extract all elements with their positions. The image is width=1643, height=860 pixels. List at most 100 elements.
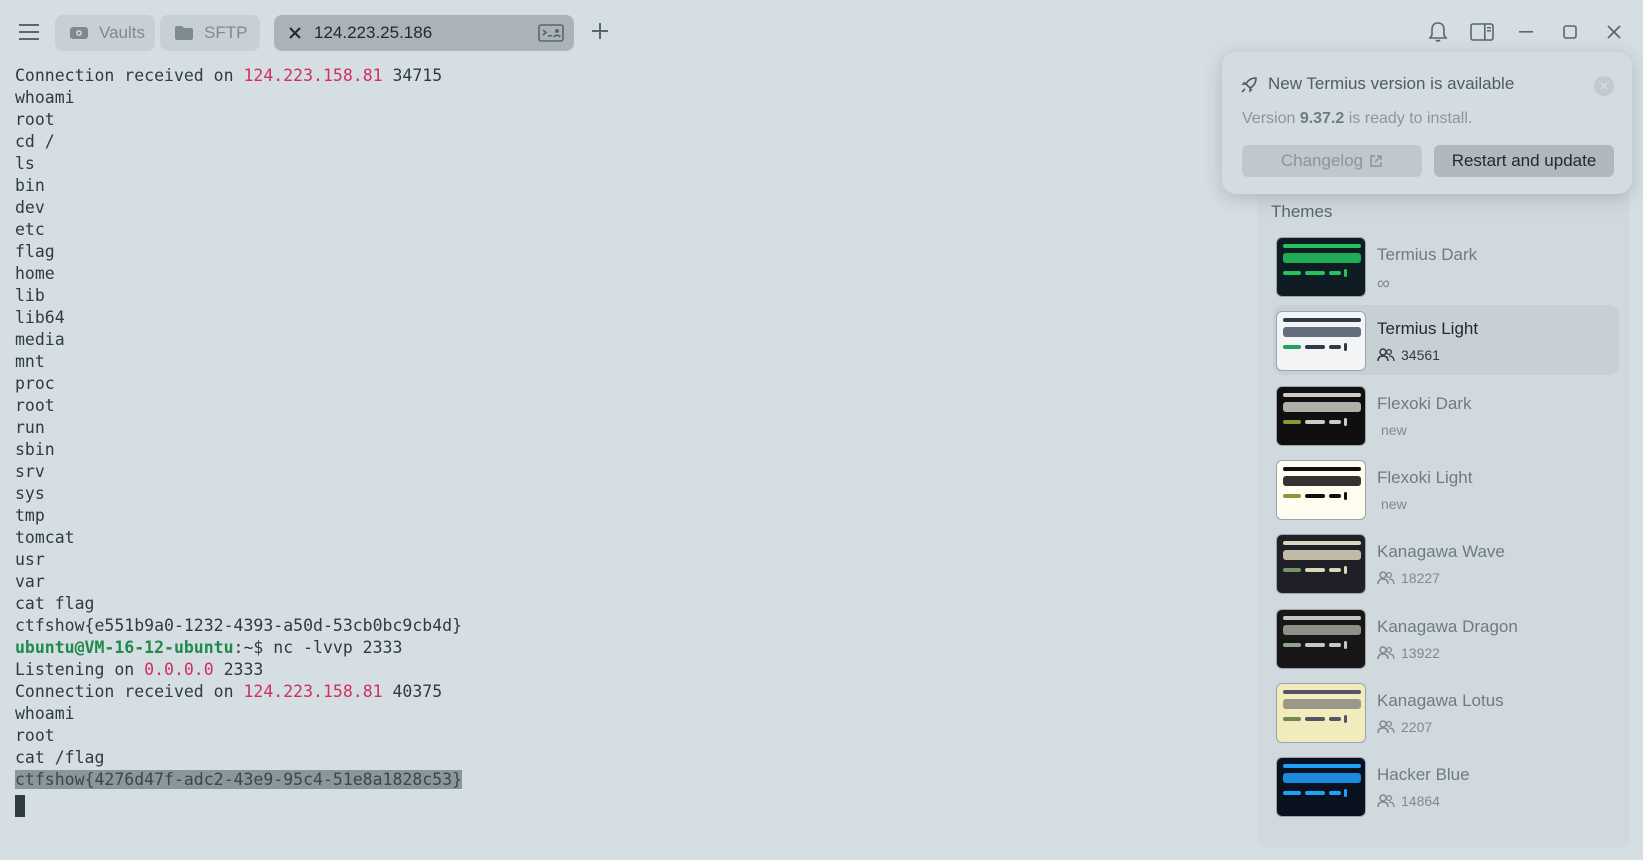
theme-item[interactable]: Flexoki Dark new xyxy=(1273,380,1619,450)
theme-meta-text: 13922 xyxy=(1401,644,1440,661)
terminal-text: tomcat xyxy=(15,528,75,547)
terminal-text: cat /flag xyxy=(15,748,105,767)
menu-icon[interactable] xyxy=(16,20,44,44)
terminal-line: mnt xyxy=(15,350,45,373)
theme-name: Hacker Blue xyxy=(1377,765,1470,785)
terminal-line: Connection received on 124.223.158.81 40… xyxy=(15,680,442,703)
terminal-text: 40375 xyxy=(382,682,443,701)
terminal-output[interactable]: Connection received on 124.223.158.81 34… xyxy=(15,64,1245,854)
close-notification-icon[interactable] xyxy=(1594,76,1614,96)
theme-meta: 18227 xyxy=(1377,570,1440,586)
terminal-line: proc xyxy=(15,372,55,395)
users-icon xyxy=(1377,645,1395,660)
terminal-line: ctfshow{e551b9a0-1232-4393-a50d-53cb0bc9… xyxy=(15,614,462,637)
terminal-text: dev xyxy=(15,198,45,217)
maximize-icon[interactable] xyxy=(1556,20,1584,44)
bell-icon[interactable] xyxy=(1424,20,1452,44)
terminal-text: sbin xyxy=(15,440,55,459)
update-text-post: is ready to install. xyxy=(1344,110,1473,127)
changelog-button[interactable]: Changelog xyxy=(1242,145,1422,177)
update-text-pre: Version xyxy=(1242,110,1300,127)
terminal-line: root xyxy=(15,108,55,131)
external-link-icon xyxy=(1369,154,1383,168)
terminal-text: cd / xyxy=(15,132,55,151)
terminal-text: media xyxy=(15,330,65,349)
tab-sftp[interactable]: SFTP xyxy=(160,15,260,51)
close-window-icon[interactable] xyxy=(1600,20,1628,44)
terminal-line: whoami xyxy=(15,86,75,109)
minimize-icon[interactable] xyxy=(1512,20,1540,44)
theme-meta: 2207 xyxy=(1377,719,1432,735)
theme-meta: new xyxy=(1377,496,1407,512)
terminal-line: Connection received on 124.223.158.81 34… xyxy=(15,64,442,87)
terminal-text: lib xyxy=(15,286,45,305)
terminal-line: lib xyxy=(15,284,45,307)
theme-item[interactable]: Flexoki Light new xyxy=(1273,454,1619,524)
tab-host[interactable]: 124.223.25.186 xyxy=(274,15,574,51)
update-notification: New Termius version is available Version… xyxy=(1222,52,1632,194)
terminal-text: var xyxy=(15,572,45,591)
termius-window: Vaults SFTP 124.223.25.186 Connection re… xyxy=(0,0,1643,860)
ip-address: 0.0.0.0 xyxy=(144,660,214,679)
terminal-line: sys xyxy=(15,482,45,505)
tab-vaults[interactable]: Vaults xyxy=(55,15,155,51)
vault-icon xyxy=(69,23,89,43)
terminal-line: cat /flag xyxy=(15,746,104,769)
theme-preview xyxy=(1276,459,1366,520)
terminal-text: flag xyxy=(15,242,55,261)
theme-meta-text: new xyxy=(1381,495,1407,512)
theme-name: Termius Dark xyxy=(1377,245,1478,264)
terminal-text: etc xyxy=(15,220,45,239)
terminal-cursor xyxy=(15,795,25,817)
update-text: Version 9.37.2 is ready to install. xyxy=(1242,110,1472,128)
terminal-text: home xyxy=(15,264,55,283)
terminal-line: dev xyxy=(15,196,45,219)
terminal-line: cd / xyxy=(15,130,55,153)
selected-text: ctfshow{4276d47f-adc2-43e9-95c4-51e8a182… xyxy=(15,770,463,789)
theme-item[interactable]: Termius Dark ∞ xyxy=(1273,231,1619,301)
theme-item[interactable]: Kanagawa Wave 18227 xyxy=(1273,528,1619,598)
terminal-line: ubuntu@VM-16-12-ubuntu:~$ nc -lvvp 2333 xyxy=(15,636,402,659)
add-tab-icon[interactable] xyxy=(589,20,611,42)
users-icon xyxy=(1377,348,1395,362)
theme-preview xyxy=(1276,311,1366,372)
users-icon xyxy=(1377,571,1395,585)
theme-item[interactable]: Kanagawa Dragon 13922 xyxy=(1273,603,1619,673)
restart-and-update-button[interactable]: Restart and update xyxy=(1434,145,1614,177)
terminal-line: srv xyxy=(15,460,45,483)
sidebar-toggle-icon[interactable] xyxy=(1468,20,1496,44)
theme-item[interactable]: Hacker Blue 14864 xyxy=(1273,751,1619,821)
users-icon xyxy=(1377,794,1395,808)
theme-item[interactable]: Termius Light 34561 xyxy=(1273,305,1619,376)
theme-meta-text: 18227 xyxy=(1401,570,1440,587)
theme-name: Flexoki Dark xyxy=(1377,393,1472,413)
terminal-text: 34715 xyxy=(382,66,443,85)
theme-item[interactable]: Kanagawa Lotus 2207 xyxy=(1273,677,1619,747)
terminal-text: Connection received on xyxy=(15,66,244,85)
changelog-label: Changelog xyxy=(1280,151,1364,170)
terminal-line: flag xyxy=(15,240,55,263)
theme-meta-text: 34561 xyxy=(1401,347,1440,364)
terminal-text: whoami xyxy=(15,704,75,723)
theme-preview xyxy=(1276,682,1366,743)
terminal-line: cat flag xyxy=(15,592,94,615)
theme-preview xyxy=(1276,385,1366,446)
terminal-line: run xyxy=(15,416,45,439)
theme-name: Flexoki Light xyxy=(1377,467,1473,487)
shell-prompt: ubuntu@VM-16-12-ubuntu xyxy=(15,638,234,657)
users-icon xyxy=(1377,720,1395,734)
terminal-profile-icon[interactable] xyxy=(538,23,564,48)
theme-meta-text: ∞ xyxy=(1377,273,1390,293)
restart-label: Restart and update xyxy=(1451,151,1597,170)
terminal-text: cat flag xyxy=(15,594,95,613)
terminal-line: media xyxy=(15,328,65,351)
terminal-text: 2333 xyxy=(213,660,264,679)
tab-host-label: 124.223.25.186 xyxy=(314,23,433,42)
terminal-line: home xyxy=(15,262,55,285)
terminal-line: tomcat xyxy=(15,526,75,549)
themes-panel: Themes Termius Dark ∞ Termius Light 34561 Fl… xyxy=(1257,180,1629,848)
themes-title: Themes xyxy=(1271,202,1333,221)
close-tab-icon[interactable] xyxy=(288,26,302,40)
terminal-line: var xyxy=(15,570,45,593)
update-version: 9.37.2 xyxy=(1299,110,1345,127)
